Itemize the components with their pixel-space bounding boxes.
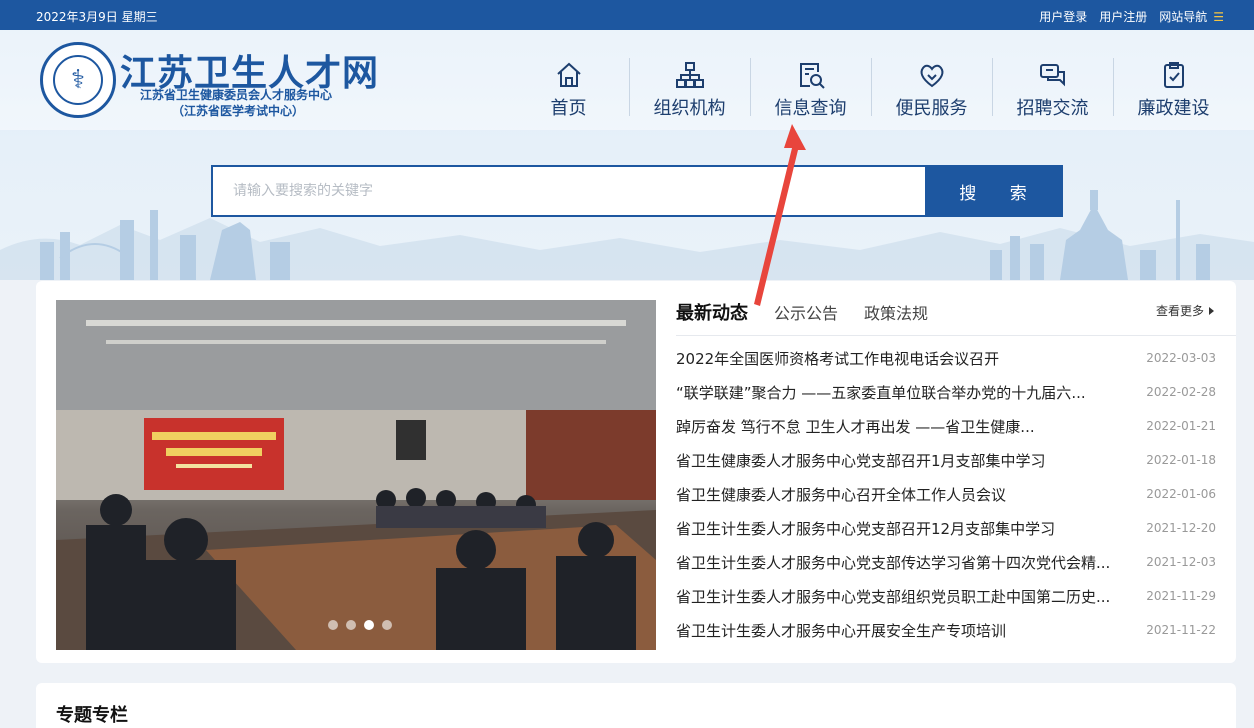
news-list: 2022年全国医师资格考试工作电视电话会议召开 2022-03-03 “联学联建”… <box>676 341 1236 647</box>
news-date: 2022-02-28 <box>1146 385 1216 399</box>
special-topics-section: 专题专栏 <box>36 683 1236 728</box>
current-date: 2022年3月9日 星期三 <box>36 10 158 24</box>
news-item[interactable]: “联学联建”聚合力 ——五家委直单位联合举办党的十九届六... 2022-02-2… <box>676 375 1236 409</box>
site-nav-link[interactable]: 网站导航 <box>1159 8 1207 25</box>
tab-policies[interactable]: 政策法规 <box>864 300 928 324</box>
news-date: 2021-12-03 <box>1146 555 1216 569</box>
news-date: 2021-11-22 <box>1146 623 1216 637</box>
nav-label: 招聘交流 <box>1016 98 1089 119</box>
search-button[interactable]: 搜 索 <box>925 167 1061 215</box>
menu-icon[interactable]: ☰ <box>1213 10 1224 24</box>
news-title: 省卫生计生委人才服务中心党支部组织党员职工赴中国第二历史... <box>676 587 1111 606</box>
nav-item-integrity[interactable]: 廉政建设 <box>1113 58 1234 119</box>
heart-hands-icon <box>920 64 943 88</box>
view-more-link[interactable]: 查看更多 <box>1156 302 1214 319</box>
nav-item-recruitment[interactable]: 招聘交流 <box>992 58 1113 119</box>
carousel-dot[interactable] <box>382 620 392 630</box>
news-item[interactable]: 省卫生健康委人才服务中心召开全体工作人员会议 2022-01-06 <box>676 477 1236 511</box>
news-item[interactable]: 踔厉奋发 笃行不怠 卫生人才再出发 ——省卫生健康... 2022-01-21 <box>676 409 1236 443</box>
special-topics-heading: 专题专栏 <box>56 705 128 726</box>
search-bar: 搜 索 <box>211 165 1063 217</box>
top-bar: 2022年3月9日 星期三 用户登录 用户注册 网站导航 ☰ <box>0 0 1254 30</box>
main-nav: 首页 组织机构 信息查询 便民服务 招聘交流 廉政建设 <box>508 58 1234 119</box>
emblem-mark: ⚕ <box>70 65 86 95</box>
nav-label: 组织机构 <box>653 98 726 119</box>
home-icon <box>556 62 581 87</box>
news-carousel[interactable] <box>56 300 656 650</box>
news-date: 2022-01-18 <box>1146 453 1216 467</box>
news-date: 2022-01-06 <box>1146 487 1216 501</box>
news-date: 2021-11-29 <box>1146 589 1216 603</box>
site-subtitle-2: （江苏省医学考试中心） <box>172 104 305 118</box>
news-title: 2022年全国医师资格考试工作电视电话会议召开 <box>676 349 1000 368</box>
news-title: 省卫生健康委人才服务中心党支部召开1月支部集中学习 <box>676 451 1046 470</box>
news-date: 2022-01-21 <box>1146 419 1216 433</box>
divider <box>676 335 1236 336</box>
news-item[interactable]: 省卫生计生委人才服务中心党支部传达学习省第十四次党代会精... 2021-12-0… <box>676 545 1236 579</box>
news-panel: 最新动态 公示公告 政策法规 查看更多 2022年全国医师资格考试工作电视电话会… <box>676 281 1236 663</box>
news-title: 省卫生计生委人才服务中心党支部召开12月支部集中学习 <box>676 519 1056 538</box>
news-title: 省卫生计生委人才服务中心开展安全生产专项培训 <box>676 621 1007 640</box>
tab-announcements[interactable]: 公示公告 <box>774 300 838 324</box>
news-item[interactable]: 省卫生计生委人才服务中心开展安全生产专项培训 2021-11-22 <box>676 613 1236 647</box>
emblem-logo: ⚕ <box>40 42 116 118</box>
register-link[interactable]: 用户注册 <box>1099 8 1147 25</box>
nav-item-home[interactable]: 首页 <box>508 58 629 119</box>
news-item[interactable]: 省卫生健康委人才服务中心党支部召开1月支部集中学习 2022-01-18 <box>676 443 1236 477</box>
news-date: 2021-12-20 <box>1146 521 1216 535</box>
tab-latest-news[interactable]: 最新动态 <box>676 299 748 325</box>
carousel-dot[interactable] <box>328 620 338 630</box>
nav-label: 便民服务 <box>895 98 968 119</box>
top-links: 用户登录 用户注册 网站导航 ☰ <box>1039 8 1224 25</box>
site-logo[interactable]: ⚕ 江苏卫生人才网 江苏省卫生健康委员会人才服务中心 （江苏省医学考试中心） <box>40 42 400 122</box>
news-item[interactable]: 省卫生计生委人才服务中心党支部召开12月支部集中学习 2021-12-20 <box>676 511 1236 545</box>
login-link[interactable]: 用户登录 <box>1039 8 1087 25</box>
chat-icon <box>1039 64 1065 87</box>
news-item[interactable]: 省卫生计生委人才服务中心党支部组织党员职工赴中国第二历史... 2021-11-2… <box>676 579 1236 613</box>
carousel-dot-active[interactable] <box>364 620 374 630</box>
nav-item-organization[interactable]: 组织机构 <box>629 58 750 119</box>
clipboard-icon <box>1163 62 1184 88</box>
carousel-dot[interactable] <box>346 620 356 630</box>
search-input[interactable] <box>213 167 925 215</box>
search-document-icon <box>799 63 825 89</box>
nav-item-public-service[interactable]: 便民服务 <box>871 58 992 119</box>
nav-item-info-query[interactable]: 信息查询 <box>750 58 871 119</box>
news-title: “联学联建”聚合力 ——五家委直单位联合举办党的十九届六... <box>676 383 1086 402</box>
site-subtitle: 江苏省卫生健康委员会人才服务中心 <box>140 88 333 102</box>
news-title: 踔厉奋发 笃行不怠 卫生人才再出发 ——省卫生健康... <box>676 417 1035 436</box>
news-item[interactable]: 2022年全国医师资格考试工作电视电话会议召开 2022-03-03 <box>676 341 1236 375</box>
carousel-photo <box>56 300 656 650</box>
nav-label: 首页 <box>550 98 587 119</box>
nav-label: 信息查询 <box>774 98 847 119</box>
news-section: 最新动态 公示公告 政策法规 查看更多 2022年全国医师资格考试工作电视电话会… <box>36 281 1236 663</box>
carousel-indicators <box>328 620 392 630</box>
news-title: 省卫生健康委人才服务中心召开全体工作人员会议 <box>676 485 1007 504</box>
news-date: 2022-03-03 <box>1146 351 1216 365</box>
news-title: 省卫生计生委人才服务中心党支部传达学习省第十四次党代会精... <box>676 553 1111 572</box>
news-tabs: 最新动态 公示公告 政策法规 <box>676 299 928 325</box>
org-chart-icon <box>675 62 704 88</box>
nav-label: 廉政建设 <box>1137 98 1210 119</box>
